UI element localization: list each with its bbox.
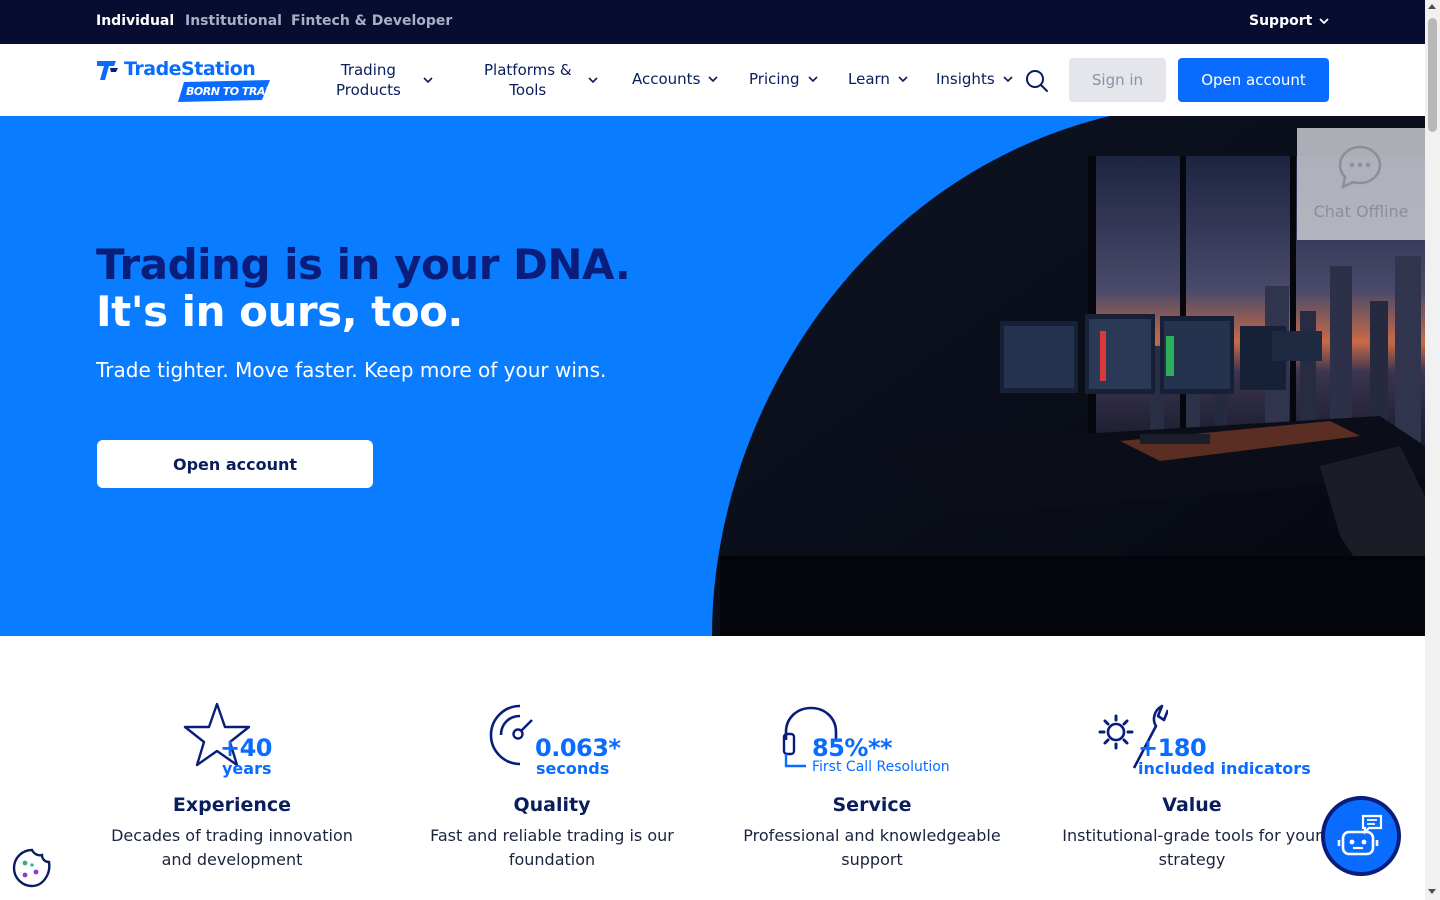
nav-learn[interactable]: Learn — [848, 70, 910, 88]
chatbot-button[interactable] — [1321, 796, 1401, 876]
chat-bubble-icon — [1338, 145, 1382, 190]
value-stat: +180 — [1138, 734, 1207, 762]
feature-quality-title: Quality — [513, 794, 591, 816]
feature-service-badge: 85%** First Call Resolution — [782, 696, 962, 782]
chevron-down-icon — [587, 77, 598, 84]
feature-experience-desc: Decades of trading innovation and develo… — [92, 824, 372, 872]
service-stat: 85%** — [812, 734, 893, 762]
chevron-down-icon — [708, 76, 718, 83]
feature-quality-badge: 0.063* seconds — [487, 696, 621, 782]
chevron-down-icon — [807, 76, 818, 83]
scrollbar-thumb[interactable] — [1428, 18, 1437, 132]
nav-trading-products[interactable]: Trading Products — [336, 60, 435, 100]
cookie-settings-icon[interactable] — [12, 848, 52, 888]
feature-service: 85%** First Call Resolution Service Prof… — [732, 696, 1012, 872]
feature-quality-desc-line1: Fast and reliable trading is our — [430, 826, 674, 845]
feature-service-desc-line2: support — [841, 850, 903, 869]
chevron-down-icon — [423, 77, 433, 84]
nav-trading-products-label: Trading Products — [336, 60, 401, 100]
nav-accounts-label: Accounts — [632, 70, 701, 88]
nav-pricing-label: Pricing — [749, 70, 800, 88]
feature-value-desc: Institutional-grade tools for your strat… — [1052, 824, 1332, 872]
feature-quality: 0.063* seconds Quality Fast and reliable… — [412, 696, 692, 872]
nav-platforms-tools-line1: Platforms & — [484, 61, 572, 79]
nav-insights-label: Insights — [936, 70, 995, 88]
hero-headline-line1: Trading is in your DNA. — [96, 240, 631, 289]
quality-stat: 0.063* — [535, 734, 621, 762]
feature-quality-desc-line2: foundation — [508, 850, 596, 869]
top-audience-bar: Individual Institutional Fintech & Devel… — [0, 0, 1425, 44]
nav-platforms-tools-label: Platforms & Tools — [484, 60, 572, 100]
feature-quality-desc: Fast and reliable trading is our foundat… — [412, 824, 692, 872]
feature-experience-desc-line1: Decades of trading innovation — [111, 826, 353, 845]
nav-pricing[interactable]: Pricing — [749, 70, 820, 88]
open-account-hero-button[interactable]: Open account — [97, 440, 373, 488]
chevron-down-icon — [1319, 18, 1329, 25]
feature-experience-badge: +40 years — [182, 696, 282, 782]
nav-accounts[interactable]: Accounts — [632, 70, 720, 88]
search-icon[interactable] — [1024, 68, 1050, 94]
hero-headline-line2: It's in ours, too. — [96, 287, 463, 336]
value-unit: included indicators — [1138, 759, 1311, 778]
nav-trading-products-line1: Trading — [340, 61, 396, 79]
nav-trading-products-line2: Products — [336, 81, 401, 99]
brand-tagline: BORN TO TRADE — [186, 85, 281, 98]
open-account-nav-button[interactable]: Open account — [1178, 58, 1329, 102]
feature-service-title: Service — [832, 794, 912, 816]
feature-value-desc-line2: strategy — [1158, 850, 1226, 869]
experience-stat: +40 — [220, 734, 273, 762]
feature-value-desc-line1: Institutional-grade tools for your — [1062, 826, 1322, 845]
tradestation-logo[interactable]: TradeStation BORN TO TRADE — [96, 58, 281, 104]
quality-unit: seconds — [536, 759, 610, 778]
feature-service-desc-line1: Professional and knowledgeable — [743, 826, 1001, 845]
service-unit: First Call Resolution — [812, 759, 950, 775]
chat-status: Chat Offline — [1313, 202, 1409, 221]
main-navigation: TradeStation BORN TO TRADE Trading Produ… — [0, 44, 1425, 116]
chevron-down-icon — [898, 76, 908, 83]
feature-value: +180 included indicators Value Instituti… — [1052, 696, 1332, 872]
hero-subheadline: Trade tighter. Move faster. Keep more of… — [96, 358, 607, 382]
audience-fintech-link[interactable]: Fintech & Developer — [291, 13, 452, 29]
audience-individual-link[interactable]: Individual — [96, 13, 174, 29]
feature-experience-title: Experience — [172, 794, 292, 816]
chat-widget[interactable]: Chat Offline — [1297, 128, 1425, 240]
feature-experience-desc-line2: and development — [161, 850, 303, 869]
chevron-down-icon — [1003, 76, 1013, 83]
hero-banner: Trading is in your DNA. It's in ours, to… — [0, 116, 1425, 636]
sign-in-button[interactable]: Sign in — [1069, 58, 1166, 102]
experience-unit: years — [222, 759, 272, 778]
scroll-up-arrow[interactable] — [1428, 4, 1436, 9]
brand-name: TradeStation — [124, 58, 256, 80]
nav-platforms-tools[interactable]: Platforms & Tools — [484, 60, 600, 100]
robot-icon — [1337, 814, 1383, 856]
support-menu[interactable]: Support — [1249, 13, 1330, 29]
audience-institutional-link[interactable]: Institutional — [185, 13, 282, 29]
feature-service-desc: Professional and knowledgeable support — [732, 824, 1012, 872]
feature-value-badge: +180 included indicators — [1094, 696, 1311, 782]
scroll-down-arrow[interactable] — [1428, 889, 1436, 894]
support-label: Support — [1249, 13, 1313, 29]
page-scrollbar[interactable] — [1425, 0, 1440, 900]
feature-value-title: Value — [1162, 794, 1222, 816]
nav-insights[interactable]: Insights — [936, 70, 1015, 88]
nav-learn-label: Learn — [848, 70, 890, 88]
feature-experience: +40 years Experience Decades of trading … — [92, 696, 372, 872]
nav-platforms-tools-line2: Tools — [509, 81, 547, 99]
